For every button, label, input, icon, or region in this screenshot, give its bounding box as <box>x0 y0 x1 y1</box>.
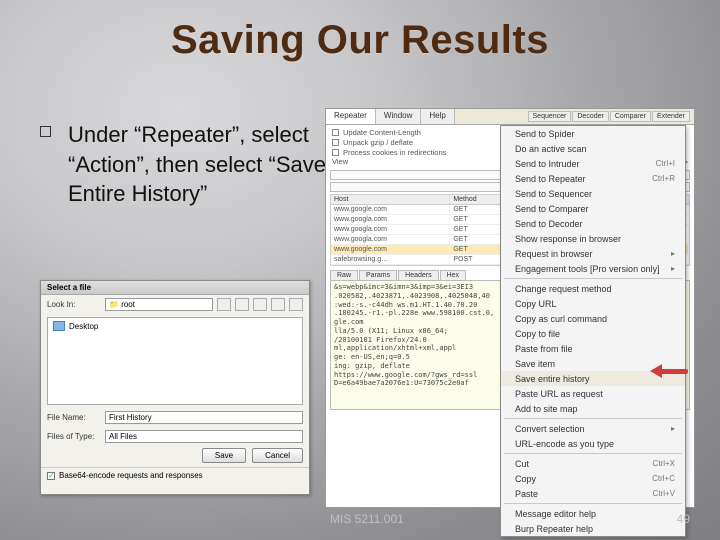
menu-separator <box>504 278 682 279</box>
lookin-select[interactable]: 📁 root <box>105 298 213 311</box>
burp-top-tabs: Sequencer Decoder Comparer Extender <box>527 111 690 122</box>
checkbox-icon[interactable] <box>332 149 339 156</box>
folder-icon <box>53 321 65 331</box>
footer-course: MIS 5211.001 <box>330 512 404 526</box>
slide-title: Saving Our Results <box>0 0 720 63</box>
checkbox-icon[interactable] <box>332 139 339 146</box>
top-tab[interactable]: Comparer <box>610 111 651 122</box>
menu-item[interactable]: Send to Spider <box>501 126 685 141</box>
lookin-value: root <box>121 300 135 309</box>
menu-item[interactable]: Show response in browser <box>501 231 685 246</box>
subtab[interactable]: Headers <box>398 270 438 280</box>
list-view-icon[interactable] <box>271 298 285 311</box>
list-item[interactable]: Desktop <box>53 321 297 331</box>
col-host: Host <box>331 195 450 204</box>
file-list[interactable]: Desktop <box>47 317 303 405</box>
tab-help[interactable]: Help <box>421 109 454 124</box>
menu-item[interactable]: Request in browser▸ <box>501 246 685 261</box>
filetype-label: Files of Type: <box>47 432 101 441</box>
home-icon[interactable] <box>235 298 249 311</box>
opt-label: View <box>332 157 348 167</box>
checkbox-icon[interactable] <box>47 472 55 480</box>
menu-separator <box>504 418 682 419</box>
new-folder-icon[interactable] <box>253 298 267 311</box>
tab-repeater[interactable]: Repeater <box>326 109 376 124</box>
menu-item[interactable]: Send to Decoder <box>501 216 685 231</box>
menu-item[interactable]: Burp Repeater help <box>501 521 685 536</box>
save-button[interactable]: Save <box>202 448 246 463</box>
opt-label: Update Content-Length <box>343 128 421 138</box>
menu-item[interactable]: Paste from file <box>501 341 685 356</box>
menu-item[interactable]: Engagement tools [Pro version only]▸ <box>501 261 685 276</box>
filename-input[interactable] <box>105 411 303 424</box>
menu-item[interactable]: CopyCtrl+C <box>501 471 685 486</box>
top-tab[interactable]: Extender <box>652 111 690 122</box>
checkbox-icon[interactable] <box>332 129 339 136</box>
subtab[interactable]: Hex <box>440 270 466 280</box>
cancel-button[interactable]: Cancel <box>252 448 303 463</box>
opt-label: Process cookies in redirections <box>343 148 446 158</box>
bullet-icon <box>40 126 51 137</box>
bullet-text: Under “Repeater”, select “Action”, then … <box>68 120 330 209</box>
slide: Saving Our Results Under “Repeater”, sel… <box>0 0 720 540</box>
top-tab[interactable]: Sequencer <box>528 111 572 122</box>
footer-page: 49 <box>677 512 690 526</box>
menu-item[interactable]: Paste URL as request <box>501 386 685 401</box>
filetype-select[interactable]: All Files <box>105 430 303 443</box>
menu-item[interactable]: Do an active scan <box>501 141 685 156</box>
menu-item[interactable]: Add to site map <box>501 401 685 416</box>
bullet: Under “Repeater”, select “Action”, then … <box>40 120 330 209</box>
menu-item[interactable]: Send to RepeaterCtrl+R <box>501 171 685 186</box>
filename-label: File Name: <box>47 413 101 422</box>
up-folder-icon[interactable] <box>217 298 231 311</box>
menu-item[interactable]: Message editor help <box>501 506 685 521</box>
menu-item[interactable]: PasteCtrl+V <box>501 486 685 501</box>
menu-item[interactable]: Send to Comparer <box>501 201 685 216</box>
screenshot-file-dialog: Select a file Look In: 📁 root Desktop Fi… <box>40 280 310 495</box>
menu-separator <box>504 453 682 454</box>
menu-item[interactable]: Send to IntruderCtrl+I <box>501 156 685 171</box>
subtab[interactable]: Params <box>359 270 397 280</box>
dialog-title: Select a file <box>41 281 309 295</box>
menu-separator <box>504 503 682 504</box>
menu-item[interactable]: Copy URL <box>501 296 685 311</box>
file-name: Desktop <box>69 322 98 331</box>
menu-item[interactable]: CutCtrl+X <box>501 456 685 471</box>
menu-item[interactable]: Send to Sequencer <box>501 186 685 201</box>
top-tab[interactable]: Decoder <box>572 111 608 122</box>
menu-item[interactable]: URL-encode as you type <box>501 436 685 451</box>
arrow-annotation <box>650 364 698 378</box>
opt-label: Unpack gzip / deflate <box>343 138 413 148</box>
subtab[interactable]: Raw <box>330 270 358 280</box>
menu-item[interactable]: Change request method <box>501 281 685 296</box>
menu-item[interactable]: Convert selection▸ <box>501 421 685 436</box>
context-menu: Send to SpiderDo an active scanSend to I… <box>500 125 686 537</box>
menu-item[interactable]: Copy to file <box>501 326 685 341</box>
detail-view-icon[interactable] <box>289 298 303 311</box>
base64-label: Base64-encode requests and responses <box>59 471 203 480</box>
lookin-label: Look In: <box>47 300 101 309</box>
menu-item[interactable]: Copy as curl command <box>501 311 685 326</box>
tab-window[interactable]: Window <box>376 109 421 124</box>
